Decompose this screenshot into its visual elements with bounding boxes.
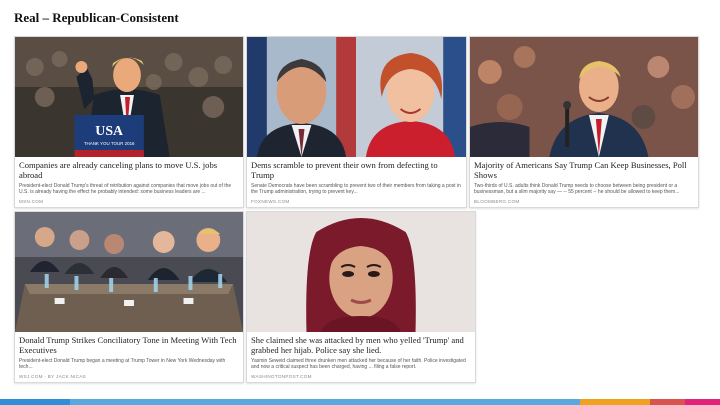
footer-segment-red xyxy=(650,399,685,405)
card-source: FOXNEWS.COM xyxy=(251,199,290,204)
woman-hijab-photo xyxy=(247,212,475,332)
card-source: BLOOMBERG.COM xyxy=(474,199,520,204)
footer-segment-lightblue xyxy=(70,399,580,405)
podium-usa-text: USA xyxy=(95,124,123,139)
card-source: WSJ.COM · BY JACK NICAS xyxy=(19,374,87,379)
card-snippet: President-elect Donald Trump's threat of… xyxy=(19,183,232,196)
footer-segment-orange xyxy=(580,399,650,405)
card-headline[interactable]: She claimed she was attacked by men who … xyxy=(251,335,471,355)
news-card-tech[interactable]: Donald Trump Strikes Conciliatory Tone i… xyxy=(14,211,244,383)
footer-color-strip xyxy=(0,399,720,405)
card-headline[interactable]: Companies are already canceling plans to… xyxy=(19,160,239,180)
trump-smiling-photo xyxy=(470,37,698,157)
news-card-jobs[interactable]: USA THANK YOU TOUR 2016 Companies are al… xyxy=(14,36,244,208)
news-card-dems[interactable]: Dems scramble to prevent their own from … xyxy=(246,36,467,208)
footer-segment-blue xyxy=(0,399,70,405)
podium-tour-text: THANK YOU TOUR 2016 xyxy=(84,141,135,146)
card-headline[interactable]: Donald Trump Strikes Conciliatory Tone i… xyxy=(19,335,239,355)
card-headline[interactable]: Majority of Americans Say Trump Can Keep… xyxy=(474,160,694,180)
tech-meeting-photo xyxy=(15,212,243,332)
senators-portraits-photo xyxy=(247,37,466,157)
card-snippet: Senate Democrats have been scrambling to… xyxy=(251,183,461,196)
news-card-hijab[interactable]: She claimed she was attacked by men who … xyxy=(246,211,476,383)
slide-title: Real – Republican-Consistent xyxy=(14,10,179,25)
footer-segment-magenta xyxy=(685,399,720,405)
card-snippet: Yasmin Seweid claimed three drunken men … xyxy=(251,358,466,371)
trump-podium-photo: USA THANK YOU TOUR 2016 xyxy=(15,37,243,157)
card-snippet: President-elect Donald Trump began a mee… xyxy=(19,358,226,371)
card-source: MSN.COM xyxy=(19,199,44,204)
card-snippet: Two-thirds of U.S. adults think Donald T… xyxy=(474,183,680,196)
news-card-poll[interactable]: Majority of Americans Say Trump Can Keep… xyxy=(469,36,699,208)
card-source: WASHINGTONPOST.COM xyxy=(251,374,312,379)
card-headline[interactable]: Dems scramble to prevent their own from … xyxy=(251,160,462,180)
